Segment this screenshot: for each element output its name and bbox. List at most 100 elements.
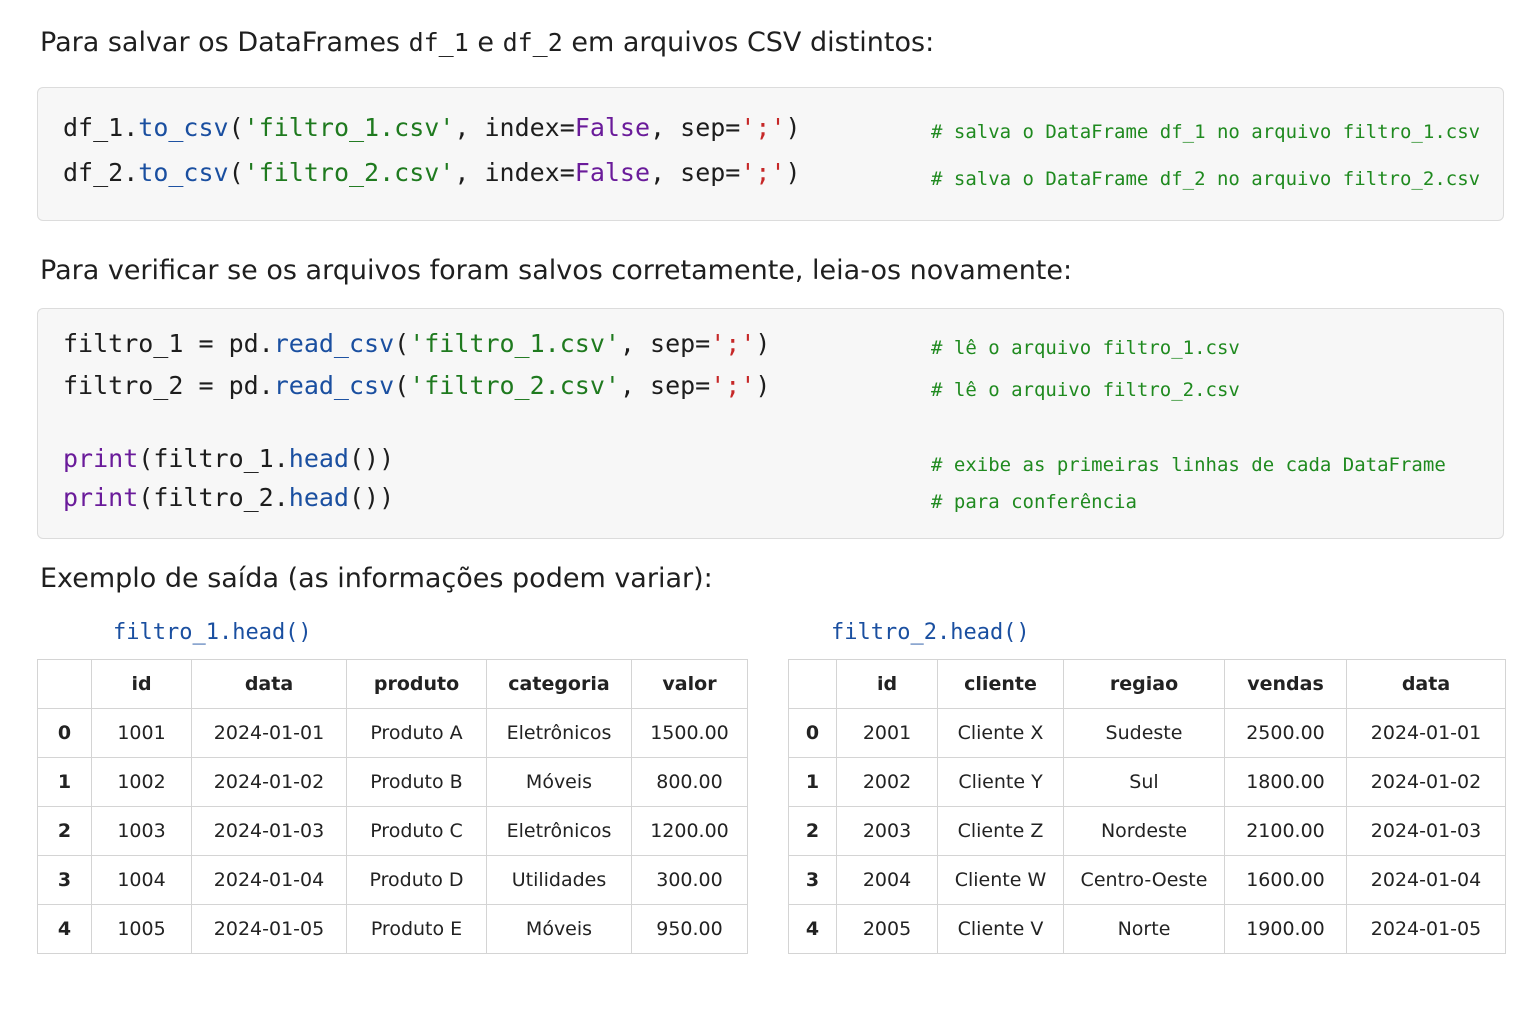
table-row: 0 2001 Cliente X Sudeste 2500.00 2024-01… <box>788 708 1506 758</box>
table-cell: 1600.00 <box>1224 855 1347 905</box>
table-cell: 1004 <box>91 855 192 905</box>
code-token: , sep= <box>619 329 711 358</box>
table2-caption: filtro_2.head() <box>831 620 1030 645</box>
table-cell: Produto E <box>346 904 487 954</box>
table-row: 3 2004 Cliente W Centro-Oeste 1600.00 20… <box>788 855 1506 905</box>
row-index: 4 <box>37 904 92 954</box>
table-cell: 2024-01-04 <box>191 855 347 905</box>
code-token: df_1. <box>63 113 139 142</box>
table-row: 2 1003 2024-01-03 Produto C Eletrônicos … <box>37 806 748 856</box>
table-cell: Sul <box>1063 757 1225 807</box>
table-cell: Eletrônicos <box>486 708 632 758</box>
code-block-save-csv: df_1.to_csv('filtro_1.csv', index=False,… <box>37 87 1504 221</box>
table-row: 1 1002 2024-01-02 Produto B Móveis 800.0… <box>37 757 748 807</box>
intro-text-part: e <box>468 27 503 58</box>
table-cell: 1800.00 <box>1224 757 1347 807</box>
code-line-read-filtro2: filtro_2 = pd.read_csv('filtro_2.csv', s… <box>63 371 770 400</box>
intro-text-part: Para salvar os DataFrames <box>40 27 409 58</box>
column-header: valor <box>631 659 748 709</box>
table-cell: 2024-01-03 <box>1346 806 1506 856</box>
row-index: 3 <box>37 855 92 905</box>
table-row: 4 2005 Cliente V Norte 1900.00 2024-01-0… <box>788 904 1506 954</box>
code-comment: # lê o arquivo filtro_2.csv <box>931 379 1240 401</box>
row-index: 0 <box>37 708 92 758</box>
code-comment: # exibe as primeiras linhas de cada Data… <box>931 454 1446 476</box>
code-line-save-df2: df_2.to_csv('filtro_2.csv', index=False,… <box>63 158 801 187</box>
column-header: id <box>836 659 938 709</box>
code-token: , sep= <box>650 113 741 142</box>
code-function: read_csv <box>273 329 395 358</box>
code-block-read-csv: filtro_1 = pd.read_csv('filtro_1.csv', s… <box>37 308 1504 539</box>
table-cell: Produto A <box>346 708 487 758</box>
code-token: ( <box>394 371 410 400</box>
code-token: ( <box>394 329 410 358</box>
inline-code-df1: df_1 <box>408 28 469 57</box>
table-cell: Cliente X <box>937 708 1064 758</box>
code-token: , index= <box>454 113 575 142</box>
table-cell: Móveis <box>486 904 632 954</box>
table-cell: Sudeste <box>1063 708 1225 758</box>
dataframe-table-filtro1: id data produto categoria valor 0 1001 2… <box>37 659 748 954</box>
column-header <box>788 659 837 709</box>
table-cell: 2024-01-05 <box>1346 904 1506 954</box>
code-separator-string: ';' <box>710 371 756 400</box>
table-cell: 2024-01-03 <box>191 806 347 856</box>
intro-text-part: em arquivos CSV distintos: <box>562 27 935 58</box>
table-cell: Produto C <box>346 806 487 856</box>
table-cell: 2001 <box>836 708 938 758</box>
table-cell: 2024-01-05 <box>191 904 347 954</box>
code-token: , index= <box>454 158 575 187</box>
code-comment: # salva o DataFrame df_1 no arquivo filt… <box>931 121 1481 143</box>
column-header: data <box>191 659 347 709</box>
table-cell: 2100.00 <box>1224 806 1347 856</box>
table-cell: 1003 <box>91 806 192 856</box>
code-token: (filtro_2. <box>138 483 289 512</box>
table-cell: Móveis <box>486 757 632 807</box>
code-function: read_csv <box>273 371 395 400</box>
code-token: ) <box>755 371 771 400</box>
intro-save-text: Para salvar os DataFrames df_1 e df_2 em… <box>40 27 934 58</box>
code-token: , sep= <box>619 371 711 400</box>
intro-verify-text: Para verificar se os arquivos foram salv… <box>40 255 1073 286</box>
table-cell: 2024-01-02 <box>191 757 347 807</box>
code-keyword: False <box>574 158 651 187</box>
table1-caption: filtro_1.head() <box>113 620 312 645</box>
code-token: filtro_2 = pd. <box>63 371 274 400</box>
table-cell: Cliente W <box>937 855 1064 905</box>
column-header: data <box>1346 659 1506 709</box>
table-cell: Norte <box>1063 904 1225 954</box>
table-cell: 300.00 <box>631 855 748 905</box>
code-token: ) <box>785 113 801 142</box>
table-row: 3 1004 2024-01-04 Produto D Utilidades 3… <box>37 855 748 905</box>
table-cell: Eletrônicos <box>486 806 632 856</box>
inline-code-df2: df_2 <box>502 28 563 57</box>
table-row: 2 2003 Cliente Z Nordeste 2100.00 2024-0… <box>788 806 1506 856</box>
table-cell: 2024-01-02 <box>1346 757 1506 807</box>
code-comment: # salva o DataFrame df_2 no arquivo filt… <box>931 168 1481 190</box>
table-cell: Cliente Z <box>937 806 1064 856</box>
code-string: 'filtro_2.csv' <box>409 371 620 400</box>
code-token: , sep= <box>650 158 741 187</box>
table-cell: 2002 <box>836 757 938 807</box>
table-row: 0 1001 2024-01-01 Produto A Eletrônicos … <box>37 708 748 758</box>
table-cell: 1500.00 <box>631 708 748 758</box>
table-cell: 1005 <box>91 904 192 954</box>
table-cell: 2024-01-04 <box>1346 855 1506 905</box>
table-cell: Utilidades <box>486 855 632 905</box>
code-separator-string: ';' <box>740 158 786 187</box>
code-line-print-filtro1: print(filtro_1.head()) <box>63 444 394 473</box>
code-string: 'filtro_1.csv' <box>409 329 620 358</box>
table-row: 1 2002 Cliente Y Sul 1800.00 2024-01-02 <box>788 757 1506 807</box>
code-comment: # lê o arquivo filtro_1.csv <box>931 337 1240 359</box>
code-separator-string: ';' <box>710 329 756 358</box>
code-token: filtro_1 = pd. <box>63 329 274 358</box>
code-string: 'filtro_2.csv' <box>243 158 455 187</box>
row-index: 3 <box>788 855 837 905</box>
column-header: id <box>91 659 192 709</box>
row-index: 2 <box>37 806 92 856</box>
table-cell: 800.00 <box>631 757 748 807</box>
code-token: ()) <box>349 483 395 512</box>
code-comment: # para conferência <box>931 491 1137 513</box>
table-row: 4 1005 2024-01-05 Produto E Móveis 950.0… <box>37 904 748 954</box>
table-cell: Centro-Oeste <box>1063 855 1225 905</box>
